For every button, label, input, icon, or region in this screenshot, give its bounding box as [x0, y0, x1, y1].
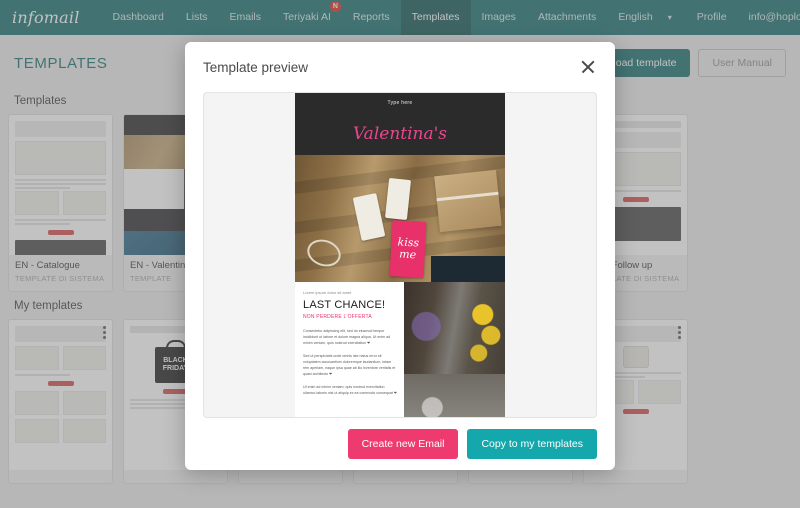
email-preview: Type here Valentina's kiss me Lorem ipsu… [295, 93, 505, 417]
preview-topbar: Type here [295, 93, 505, 113]
copy-to-my-templates-button[interactable]: Copy to my templates [467, 429, 597, 459]
preview-text-column: Lorem ipsum dolor sit amet LAST CHANCE! … [295, 282, 405, 417]
preview-type-here-text: Type here [387, 100, 413, 106]
preview-frame[interactable]: Type here Valentina's kiss me Lorem ipsu… [203, 92, 597, 418]
preview-body: Lorem ipsum dolor sit amet LAST CHANCE! … [295, 282, 505, 417]
preview-subheadline: NON PERDERE L'OFFERTA [303, 314, 372, 320]
create-new-email-button[interactable]: Create new Email [347, 429, 459, 459]
preview-paragraph: Sed ut perspiciatis unde omnis iste natu… [303, 354, 396, 376]
preview-hero-image: kiss me [295, 155, 505, 282]
close-icon[interactable] [579, 58, 597, 76]
preview-paragraph: Consectetur adipiscing elit, sed do eius… [303, 329, 391, 345]
modal-title: Template preview [203, 59, 309, 75]
preview-graffiti-image [404, 282, 505, 417]
hero-tag-left [352, 192, 386, 242]
modal-header: Template preview [185, 42, 615, 92]
app-root: infomail Dashboard Lists Emails Teriyaki… [0, 0, 800, 508]
kiss-line-2: me [398, 247, 417, 262]
preview-headline: LAST CHANCE! [303, 299, 386, 311]
hero-parcel [434, 169, 502, 233]
preview-logo-block: Valentina's [295, 113, 505, 155]
modal-footer: Create new Email Copy to my templates [185, 418, 615, 470]
hero-dark-surface [431, 256, 505, 282]
hero-kiss-me-tag: kiss me [389, 220, 427, 278]
hero-tag-right [384, 177, 412, 221]
preview-kicker: Lorem ipsum dolor sit amet [303, 290, 352, 295]
preview-brand-name: Valentina's [352, 124, 448, 144]
template-preview-modal: Template preview Type here Valentina's k… [185, 42, 615, 470]
preview-paragraph: Ut enim ad minim veniam, quis nostrud ex… [303, 385, 397, 395]
